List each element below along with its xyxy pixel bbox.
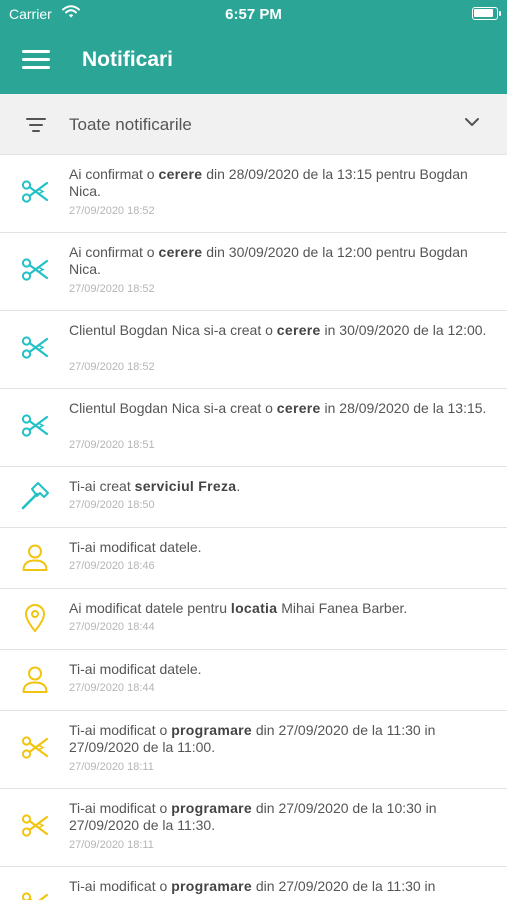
notification-text: din 27/09/2020 de la 11:30 in	[252, 878, 436, 894]
notification-keyword: programare	[171, 878, 252, 894]
page-title: Notificari	[82, 48, 174, 71]
scissors-icon	[20, 811, 50, 841]
notification-message: Ti-ai modificat o programare din 27/09/2…	[69, 800, 489, 834]
notification-keyword: cerere	[158, 166, 203, 182]
notification-text: in 30/09/2020 de la 12:00.	[320, 322, 487, 338]
battery-icon	[472, 7, 501, 20]
scissors-icon	[20, 333, 50, 363]
notification-item[interactable]: Ti-ai modificat o programare din 27/09/2…	[0, 711, 507, 789]
notification-timestamp: 27/09/2020 18:44	[69, 682, 155, 694]
notification-item[interactable]: Ai confirmat o cerere din 28/09/2020 de …	[0, 155, 507, 233]
clock: 6:57 PM	[225, 6, 282, 23]
notification-message: Ai confirmat o cerere din 28/09/2020 de …	[69, 166, 489, 200]
notification-text: .	[236, 478, 241, 494]
user-icon	[20, 542, 50, 572]
hamburger-menu-icon[interactable]	[22, 50, 50, 70]
notification-message: Ti-ai modificat o programare din 27/09/2…	[69, 722, 489, 756]
notification-timestamp: 27/09/2020 18:52	[69, 361, 155, 373]
scissors-icon	[20, 411, 50, 441]
notification-keyword: programare	[171, 800, 252, 816]
app-header: Notificari	[0, 28, 507, 94]
notification-text: Ti-ai modificat o	[69, 800, 172, 816]
notification-timestamp: 27/09/2020 18:44	[69, 621, 155, 633]
notification-text: Ai modificat datele pentru	[69, 600, 231, 616]
hammer-icon	[20, 481, 50, 511]
scissors-icon	[20, 255, 50, 285]
notification-message: Ti-ai modificat datele.	[69, 661, 489, 678]
location-pin-icon	[20, 603, 50, 633]
notification-timestamp: 27/09/2020 18:46	[69, 560, 155, 572]
user-icon	[20, 664, 50, 694]
chevron-down-icon	[465, 118, 479, 126]
notification-keyword: serviciul Freza	[134, 478, 237, 494]
notification-keyword: cerere	[158, 244, 203, 260]
notification-text: Clientul Bogdan Nica si-a creat o	[69, 400, 277, 416]
notification-text: Ti-ai creat	[69, 478, 135, 494]
notification-timestamp: 27/09/2020 18:52	[69, 205, 155, 217]
notification-item[interactable]: Clientul Bogdan Nica si-a creat o cerere…	[0, 311, 507, 389]
notification-item[interactable]: Ai confirmat o cerere din 30/09/2020 de …	[0, 233, 507, 311]
filter-icon	[26, 118, 46, 132]
notification-item[interactable]: Ti-ai modificat o programare din 27/09/2…	[0, 789, 507, 867]
notification-text: Ti-ai modificat o	[69, 878, 172, 894]
notification-message: Clientul Bogdan Nica si-a creat o cerere…	[69, 400, 489, 417]
filter-selected-value: Toate notificarile	[69, 115, 192, 134]
notification-item[interactable]: Clientul Bogdan Nica si-a creat o cerere…	[0, 389, 507, 467]
notification-keyword: cerere	[276, 400, 321, 416]
notification-message: Clientul Bogdan Nica si-a creat o cerere…	[69, 322, 489, 339]
notification-text: in 28/09/2020 de la 13:15.	[320, 400, 487, 416]
notification-item[interactable]: Ti-ai modificat datele. 27/09/2020 18:46	[0, 528, 507, 589]
notification-keyword: locatia	[230, 600, 278, 616]
notification-filter-dropdown[interactable]: Toate notificarile	[0, 94, 507, 155]
notification-timestamp: 27/09/2020 18:11	[69, 839, 154, 851]
notification-keyword: programare	[171, 722, 252, 738]
notification-text: Ai confirmat o	[69, 244, 159, 260]
notification-timestamp: 27/09/2020 18:11	[69, 761, 154, 773]
scissors-icon	[20, 889, 50, 900]
notification-text: Mihai Fanea Barber.	[277, 600, 408, 616]
notification-message: Ai modificat datele pentru locatia Mihai…	[69, 600, 489, 617]
notification-text: Ti-ai modificat o	[69, 722, 172, 738]
notification-text: Clientul Bogdan Nica si-a creat o	[69, 322, 277, 338]
scissors-icon	[20, 733, 50, 763]
status-bar: Carrier 6:57 PM	[0, 0, 507, 28]
notification-item[interactable]: Ti-ai creat serviciul Freza. 27/09/2020 1…	[0, 467, 507, 528]
notification-message: Ti-ai modificat o programare din 27/09/2…	[69, 878, 489, 895]
notification-text: Ai confirmat o	[69, 166, 159, 182]
notification-list: Ai confirmat o cerere din 28/09/2020 de …	[0, 155, 507, 900]
notification-item[interactable]: Ai modificat datele pentru locatia Mihai…	[0, 589, 507, 650]
notification-timestamp: 27/09/2020 18:51	[69, 439, 155, 451]
notification-text: Ti-ai modificat datele.	[69, 539, 202, 555]
notification-timestamp: 27/09/2020 18:52	[69, 283, 155, 295]
notification-item[interactable]: Ti-ai modificat o programare din 27/09/2…	[0, 867, 507, 900]
notification-timestamp: 27/09/2020 18:50	[69, 499, 155, 511]
notification-keyword: cerere	[276, 322, 321, 338]
notification-item[interactable]: Ti-ai modificat datele. 27/09/2020 18:44	[0, 650, 507, 711]
notification-message: Ti-ai creat serviciul Freza.	[69, 478, 489, 495]
notification-text: Ti-ai modificat datele.	[69, 661, 202, 677]
notification-message: Ai confirmat o cerere din 30/09/2020 de …	[69, 244, 489, 278]
scissors-icon	[20, 177, 50, 207]
notification-message: Ti-ai modificat datele.	[69, 539, 489, 556]
